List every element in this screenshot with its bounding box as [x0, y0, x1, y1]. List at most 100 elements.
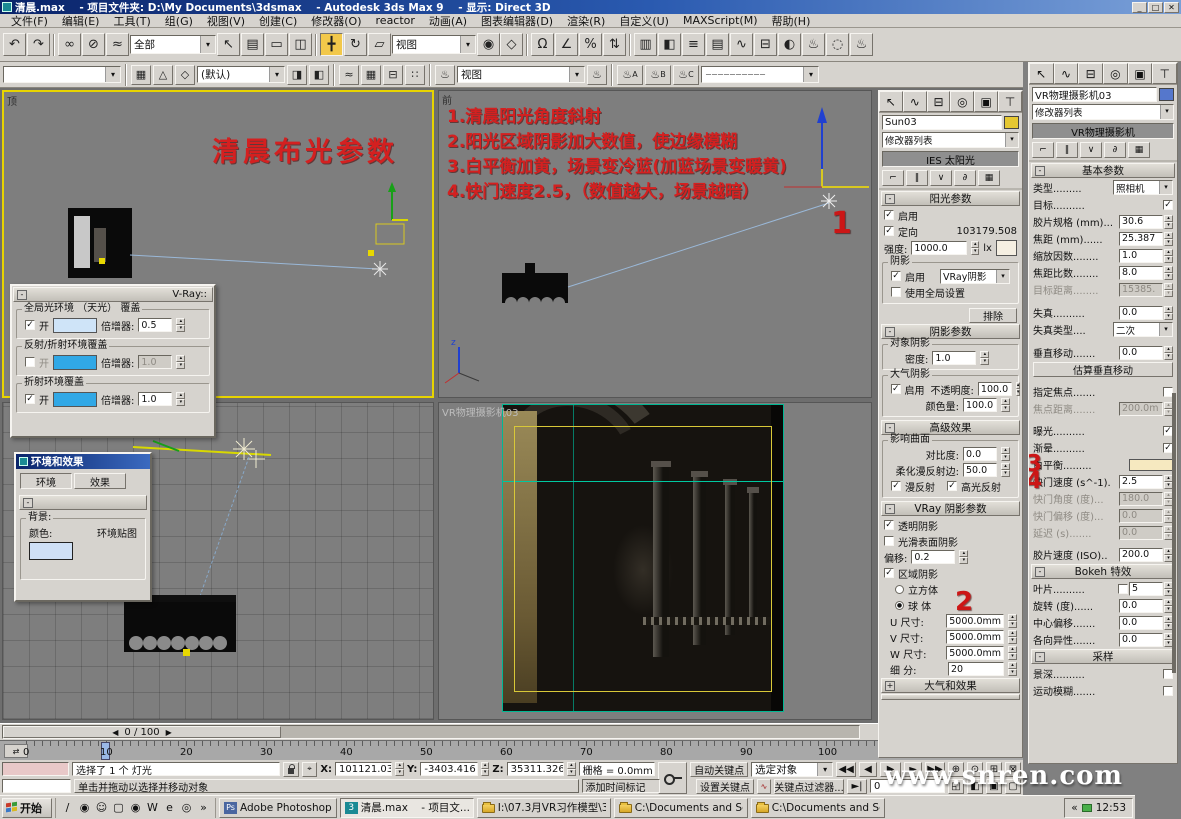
atmosphere-enable-checkbox[interactable]: ✓ — [891, 384, 901, 394]
render-view-combo[interactable]: 视图 — [457, 66, 585, 83]
selection-lock-button[interactable]: ◇ — [175, 65, 195, 85]
tray-expand-chevron[interactable]: « — [1071, 802, 1077, 814]
go-to-frame-button[interactable]: ►| — [847, 779, 867, 794]
rollout-bokeh[interactable]: -Bokeh 特效 — [1031, 564, 1175, 579]
close-button[interactable]: ✕ — [1164, 2, 1179, 13]
tab-utilities[interactable]: ⊤ — [1152, 63, 1177, 84]
menu-item[interactable]: reactor — [369, 14, 422, 27]
quicklaunch-mediaplayer-icon[interactable]: ◉ — [128, 800, 143, 815]
intensity-field[interactable]: 1000.0 — [911, 241, 967, 255]
task-button[interactable]: Ps Adobe Photoshop — [219, 798, 337, 818]
spinner[interactable] — [1164, 232, 1173, 246]
key-filter-curve-icon[interactable]: ∿ — [757, 779, 771, 794]
chevron-down-icon[interactable] — [996, 270, 1009, 283]
f-number-field[interactable]: 8.0 — [1119, 266, 1163, 280]
anisotropy-field[interactable]: 0.0 — [1119, 633, 1163, 647]
select-and-move-button[interactable]: ╋ — [320, 33, 343, 56]
guess-vertical-shift-button[interactable]: 估算垂直移动 — [1033, 362, 1173, 377]
tab-modify[interactable]: ∿ — [903, 91, 927, 112]
task-button[interactable]: C:\Documents and Settin... — [614, 798, 748, 818]
make-unique-button[interactable]: ∨ — [1080, 142, 1102, 158]
render-preset-b-button[interactable]: ♨B — [645, 65, 671, 85]
window-crossing-button[interactable]: ◫ — [289, 33, 312, 56]
target-checkbox[interactable]: ✓ — [1163, 200, 1173, 210]
menu-item[interactable]: MAXScript(M) — [676, 14, 765, 27]
quicklaunch-ie-icon[interactable]: e — [162, 800, 177, 815]
minimize-button[interactable]: _ — [1132, 2, 1147, 13]
menu-item[interactable]: 文件(F) — [4, 13, 55, 29]
sphere-radio[interactable]: ● — [895, 601, 904, 610]
spinner[interactable] — [176, 318, 185, 332]
percent-snap-button[interactable]: % — [579, 33, 602, 56]
preset-combo[interactable]: (默认) — [197, 66, 285, 83]
spinner[interactable] — [1001, 398, 1010, 412]
spinner[interactable] — [1164, 215, 1173, 229]
mini-curve-box[interactable] — [2, 762, 69, 776]
start-button[interactable]: 开始 — [2, 798, 52, 818]
modifier-list-combo[interactable]: 修改器列表 — [1032, 104, 1174, 120]
transparent-shadows-checkbox[interactable]: ✓ — [884, 520, 894, 530]
rollout-advanced-effects[interactable]: -高级效果 — [881, 420, 1020, 435]
chevron-down-icon[interactable] — [1160, 105, 1173, 119]
camera-type-combo[interactable]: 照相机 — [1113, 180, 1173, 195]
y-spinner[interactable] — [481, 762, 490, 776]
tab-motion[interactable]: ◎ — [950, 91, 974, 112]
quicklaunch-qq-icon[interactable]: ◉ — [77, 800, 92, 815]
tab-create[interactable]: ↖ — [1029, 63, 1054, 84]
key-filters-button[interactable]: 关键点过滤器... — [774, 779, 844, 794]
absolute-mode-button[interactable]: ⌖ — [302, 762, 318, 777]
rectangular-selection-button[interactable]: ▭ — [265, 33, 288, 56]
opacity-field[interactable]: 100.0 — [978, 382, 1012, 396]
exclude-button[interactable]: 排除 — [969, 308, 1017, 323]
color-amount-field[interactable]: 100.0 — [963, 398, 997, 412]
tab-hierarchy[interactable]: ⊟ — [927, 91, 951, 112]
mini-listener-box[interactable] — [2, 779, 71, 793]
chevron-down-icon[interactable] — [1005, 133, 1018, 147]
render-teapot-button[interactable]: ♨ — [435, 65, 455, 85]
chevron-down-icon[interactable] — [269, 67, 284, 82]
subdivs-field[interactable]: 20 — [948, 662, 1004, 676]
collapse-icon[interactable]: - — [885, 504, 895, 514]
slider-left-arrow-icon[interactable]: ◀ — [112, 728, 118, 737]
quick-render-teapot-button[interactable]: ♨ — [587, 65, 607, 85]
object-name-field[interactable]: Sun03 — [882, 115, 1002, 130]
snap-mode-button[interactable]: △ — [153, 65, 173, 85]
color-set-button[interactable]: ∷ — [405, 65, 425, 85]
menu-item[interactable]: 帮助(H) — [765, 13, 818, 29]
chevron-down-icon[interactable] — [1159, 181, 1172, 194]
collapse-icon[interactable]: - — [17, 290, 27, 300]
task-button[interactable]: 3 清晨.max - 项目文... — [340, 798, 474, 818]
env-rollout-header[interactable]: - — [19, 495, 147, 510]
chevron-down-icon[interactable] — [803, 67, 818, 82]
rollout-vray-shadow-params[interactable]: -VRay 阴影参数 — [881, 501, 1020, 516]
remove-modifier-button[interactable]: ∂ — [1104, 142, 1126, 158]
configure-modifier-sets-button[interactable]: ▦ — [978, 170, 1000, 186]
spinner[interactable] — [176, 355, 185, 369]
menu-item[interactable]: 编辑(E) — [55, 13, 107, 29]
mirror-button[interactable]: ◧ — [658, 33, 681, 56]
background-color-swatch[interactable] — [29, 542, 73, 560]
sun-color-swatch[interactable] — [996, 240, 1017, 256]
rollout-atmospheres[interactable]: +大气和效果 — [881, 678, 1020, 693]
pin-stack-button[interactable]: ⌐ — [882, 170, 904, 186]
task-button[interactable]: C:\Documents and Settin... — [751, 798, 885, 818]
menu-item[interactable]: 渲染(R) — [560, 13, 612, 29]
targeted-checkbox[interactable]: ✓ — [884, 226, 894, 236]
angle-snap-button[interactable]: ∠ — [555, 33, 578, 56]
rollout-sampling[interactable]: -采样 — [1031, 649, 1175, 664]
object-color-swatch[interactable] — [1004, 116, 1019, 129]
distortion-field[interactable]: 0.0 — [1119, 306, 1163, 320]
auto-key-button[interactable]: 自动关键点 — [690, 762, 748, 777]
selection-filter-combo[interactable]: 全部 — [130, 35, 216, 54]
collapse-icon[interactable]: + — [885, 681, 895, 691]
chevron-down-icon[interactable] — [569, 67, 584, 82]
v-size-field[interactable]: 5000.0mm — [946, 630, 1004, 644]
modifier-list-combo[interactable]: 修改器列表 — [882, 132, 1019, 148]
shadow-enable-checkbox[interactable]: ✓ — [891, 271, 901, 281]
go-to-start-button[interactable]: ◀◀ — [836, 762, 856, 777]
spinner[interactable] — [1008, 646, 1017, 660]
menu-item[interactable]: 创建(C) — [252, 13, 304, 29]
y-coordinate-field[interactable]: -3403.416 — [420, 762, 477, 776]
distortion-type-combo[interactable]: 二次 — [1113, 322, 1173, 337]
vertical-shift-field[interactable]: 0.0 — [1119, 346, 1163, 360]
